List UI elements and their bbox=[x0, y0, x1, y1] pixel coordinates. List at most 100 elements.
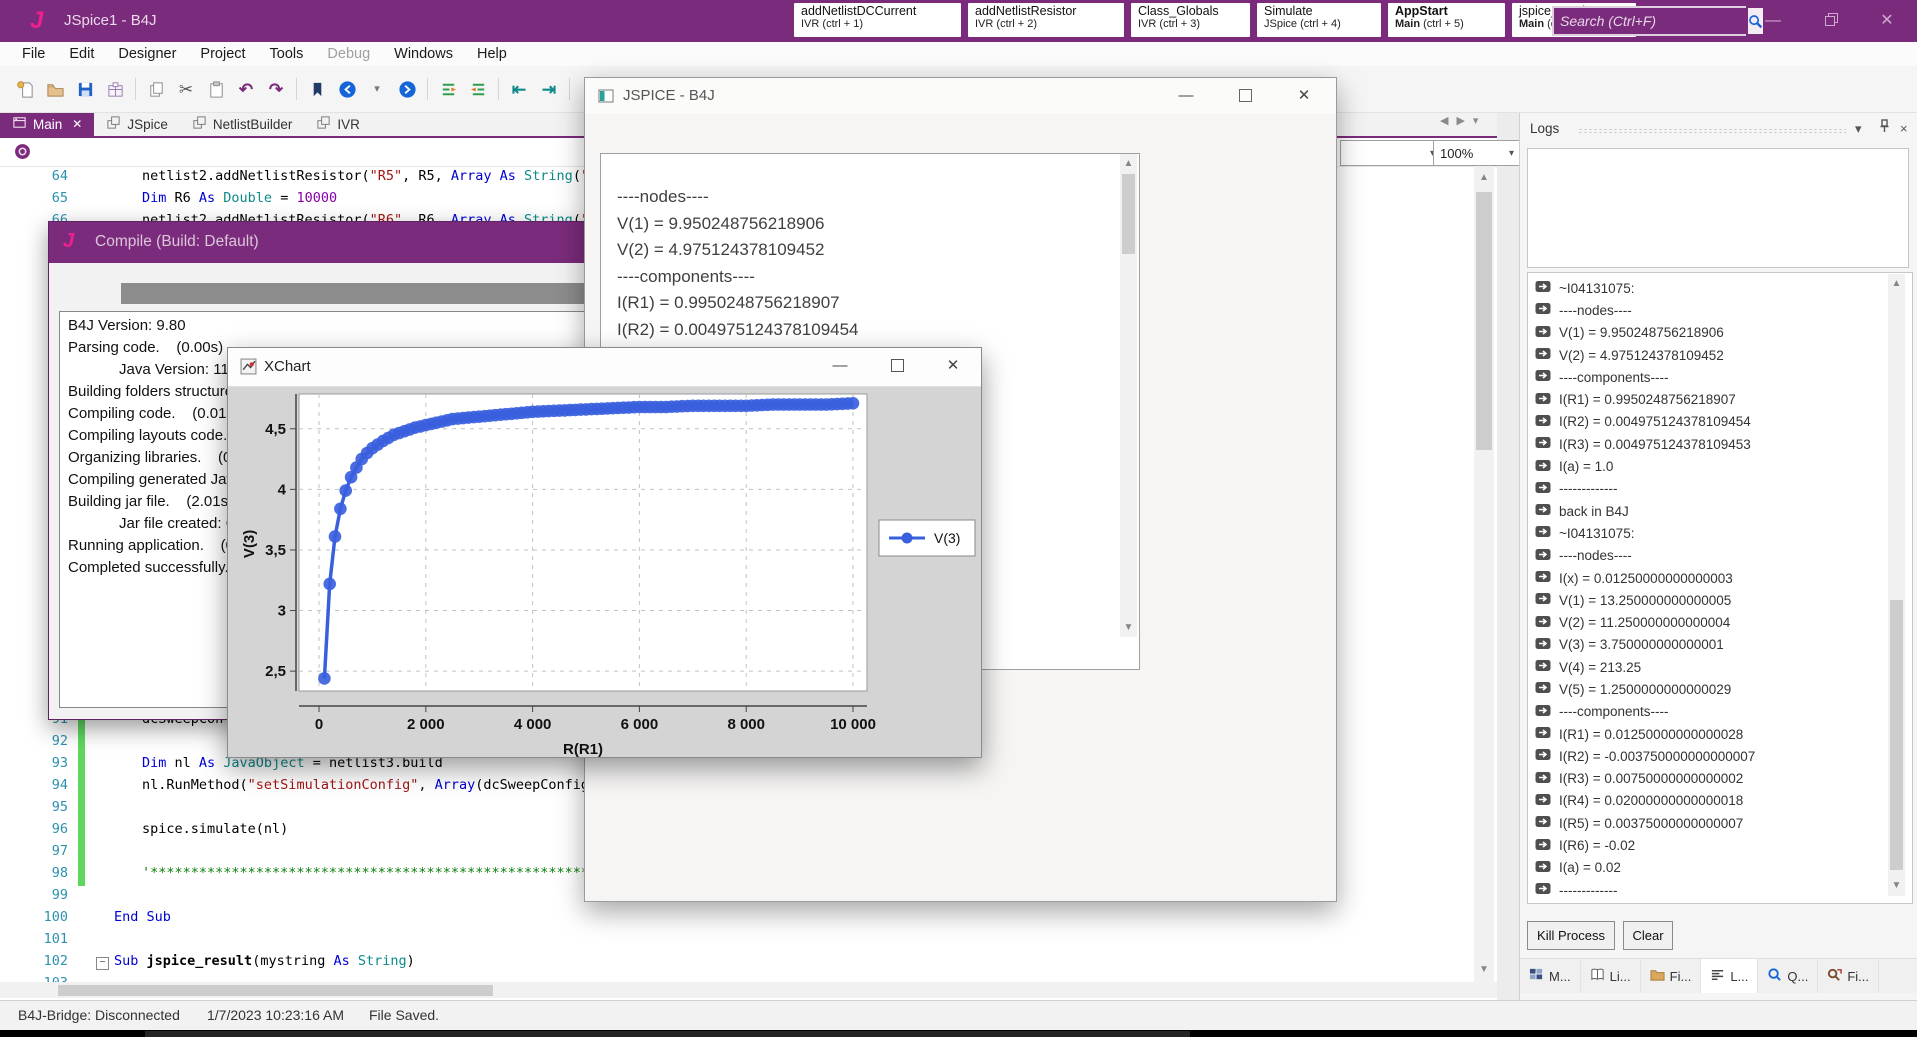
undo-icon[interactable]: ↶ bbox=[233, 77, 259, 101]
logs-list[interactable]: ~I04131075: ----nodes---- V(1) = 9.9502487… bbox=[1527, 272, 1913, 904]
module-combo[interactable]: ▾ bbox=[1340, 140, 1442, 166]
dock-tab-l[interactable]: L... bbox=[1701, 959, 1759, 993]
bookmark-button[interactable]: AppStart Main (ctrl + 5) bbox=[1388, 3, 1505, 37]
nav-forward-icon[interactable] bbox=[394, 77, 420, 101]
bookmark-button[interactable]: Class_Globals IVR (ctrl + 3) bbox=[1131, 3, 1250, 37]
log-entry[interactable]: ----nodes---- bbox=[1528, 545, 1912, 567]
log-entry[interactable]: I(R2) = -0.003750000000000007 bbox=[1528, 745, 1912, 767]
clear-button[interactable]: Clear bbox=[1623, 921, 1673, 950]
dock-splitter[interactable] bbox=[1497, 112, 1519, 1000]
open-folder-icon[interactable] bbox=[42, 77, 68, 101]
dock-tab-fi[interactable]: Fi... bbox=[1818, 959, 1880, 993]
editor-vscroll-thumb[interactable] bbox=[1476, 192, 1492, 450]
scroll-down-icon[interactable]: ▼ bbox=[1474, 960, 1494, 980]
logs-scroll-thumb[interactable] bbox=[1890, 600, 1903, 870]
bookmark-button[interactable]: Simulate JSpice (ctrl + 4) bbox=[1257, 3, 1381, 37]
dock-tab-q[interactable]: Q... bbox=[1758, 959, 1819, 993]
pin-icon[interactable] bbox=[1878, 119, 1891, 136]
jspice-close-button[interactable]: ✕ bbox=[1282, 86, 1326, 106]
shift-right-icon[interactable]: ⇥ bbox=[536, 77, 562, 101]
cut-icon[interactable]: ✂ bbox=[173, 77, 199, 101]
paste-icon[interactable] bbox=[203, 77, 229, 101]
menu-project[interactable]: Project bbox=[188, 44, 257, 64]
jspice-minimize-button[interactable]: — bbox=[1164, 86, 1208, 106]
log-entry[interactable]: I(R1) = 0.01250000000000028 bbox=[1528, 723, 1912, 745]
menu-file[interactable]: File bbox=[10, 44, 57, 64]
menu-help[interactable]: Help bbox=[465, 44, 519, 64]
jspice-scroll-thumb[interactable] bbox=[1122, 174, 1135, 254]
log-entry[interactable]: V(1) = 13.250000000000005 bbox=[1528, 589, 1912, 611]
jspice-scroll-down-icon[interactable]: ▼ bbox=[1120, 619, 1137, 636]
collapse-icon[interactable]: − bbox=[96, 957, 109, 970]
kill-process-button[interactable]: Kill Process bbox=[1527, 921, 1615, 950]
log-entry[interactable]: I(R4) = 0.02000000000000018 bbox=[1528, 790, 1912, 812]
redo-icon[interactable]: ↷ bbox=[263, 77, 289, 101]
log-entry[interactable]: ~I04131075: bbox=[1528, 277, 1912, 299]
menu-edit[interactable]: Edit bbox=[57, 44, 106, 64]
tab-netlistbuilder[interactable]: NetlistBuilder bbox=[180, 112, 305, 136]
xchart-close-button[interactable]: ✕ bbox=[931, 356, 975, 376]
xchart-minimize-button[interactable]: — bbox=[818, 356, 862, 376]
bookmark-button[interactable]: addNetlistDCCurrent IVR (ctrl + 1) bbox=[794, 3, 961, 37]
format-list-right-icon[interactable] bbox=[435, 77, 461, 101]
restore-button[interactable] bbox=[1816, 13, 1846, 31]
log-entry[interactable]: ------------- bbox=[1528, 478, 1912, 500]
menu-designer[interactable]: Designer bbox=[106, 44, 188, 64]
logs-menu-icon[interactable]: ▾ bbox=[1855, 121, 1862, 137]
editor-hscroll-thumb[interactable] bbox=[58, 985, 493, 996]
log-entry[interactable]: V(3) = 3.750000000000001 bbox=[1528, 634, 1912, 656]
jspice-scroll-up-icon[interactable]: ▲ bbox=[1120, 155, 1137, 172]
log-entry[interactable]: ------------- bbox=[1528, 879, 1912, 901]
log-entry[interactable]: V(4) = 213.25 bbox=[1528, 656, 1912, 678]
log-entry[interactable]: ----components---- bbox=[1528, 701, 1912, 723]
tab-ivr[interactable]: IVR bbox=[304, 112, 372, 136]
logs-scroll-down-icon[interactable]: ▼ bbox=[1889, 878, 1904, 894]
save-icon[interactable] bbox=[72, 77, 98, 101]
scroll-up-icon[interactable]: ▲ bbox=[1474, 168, 1494, 188]
log-entry[interactable]: ----nodes---- bbox=[1528, 299, 1912, 321]
menu-tools[interactable]: Tools bbox=[258, 44, 316, 64]
logs-close-icon[interactable]: × bbox=[1900, 121, 1908, 136]
tab-jspice[interactable]: JSpice bbox=[94, 112, 180, 136]
menu-windows[interactable]: Windows bbox=[382, 44, 465, 64]
xchart-maximize-button[interactable] bbox=[875, 358, 919, 378]
bookmark-button[interactable]: addNetlistResistor IVR (ctrl + 2) bbox=[968, 3, 1124, 37]
shift-left-icon[interactable]: ⇤ bbox=[506, 77, 532, 101]
log-entry[interactable]: I(R3) = 0.004975124378109453 bbox=[1528, 433, 1912, 455]
log-entry[interactable]: I(a) = 1.0 bbox=[1528, 455, 1912, 477]
log-entry[interactable]: ----components---- bbox=[1528, 366, 1912, 388]
package-icon[interactable] bbox=[102, 77, 128, 101]
log-entry[interactable]: I(x) = 0.01250000000000003 bbox=[1528, 567, 1912, 589]
logs-filter-box[interactable] bbox=[1527, 148, 1909, 268]
logs-scroll-up-icon[interactable]: ▲ bbox=[1889, 276, 1904, 292]
new-file-icon[interactable] bbox=[12, 77, 38, 101]
zoom-combo[interactable]: 100% ▾ bbox=[1433, 140, 1521, 166]
log-entry[interactable]: I(R5) = 0.00375000000000007 bbox=[1528, 812, 1912, 834]
dock-tab-m[interactable]: M... bbox=[1520, 959, 1581, 993]
dock-tab-li[interactable]: Li... bbox=[1581, 959, 1641, 993]
log-entry[interactable]: I(R1) = 0.9950248756218907 bbox=[1528, 388, 1912, 410]
copy-icon[interactable] bbox=[143, 77, 169, 101]
log-entry[interactable]: ~I04131075: bbox=[1528, 522, 1912, 544]
log-entry[interactable]: V(5) = 1.2500000000000029 bbox=[1528, 678, 1912, 700]
search-input[interactable] bbox=[1554, 8, 1748, 34]
bookmark-icon[interactable] bbox=[304, 77, 330, 101]
close-button[interactable]: ✕ bbox=[1872, 12, 1902, 30]
log-entry[interactable]: I(R3) = 0.00750000000000002 bbox=[1528, 768, 1912, 790]
log-entry[interactable]: V(1) = 9.950248756218906 bbox=[1528, 322, 1912, 344]
log-entry[interactable]: back in B4J bbox=[1528, 500, 1912, 522]
tab-close-icon[interactable]: ✕ bbox=[72, 117, 82, 131]
log-entry[interactable]: I(a) = 0.02 bbox=[1528, 857, 1912, 879]
log-entry[interactable]: V(2) = 4.975124378109452 bbox=[1528, 344, 1912, 366]
log-entry[interactable]: V(2) = 11.250000000000004 bbox=[1528, 611, 1912, 633]
xchart-titlebar[interactable] bbox=[228, 348, 981, 387]
nav-caret-icon[interactable]: ▾ bbox=[364, 77, 390, 101]
minimize-button[interactable]: — bbox=[1758, 12, 1788, 30]
format-list-left-icon[interactable] bbox=[465, 77, 491, 101]
log-entry[interactable]: I(R6) = -0.02 bbox=[1528, 834, 1912, 856]
logs-drag-grip[interactable] bbox=[1578, 128, 1846, 134]
jspice-maximize-button[interactable] bbox=[1223, 88, 1267, 108]
nav-back-icon[interactable] bbox=[334, 77, 360, 101]
log-entry[interactable]: I(R2) = 0.004975124378109454 bbox=[1528, 411, 1912, 433]
tab-main[interactable]: Main ✕ bbox=[0, 112, 95, 136]
